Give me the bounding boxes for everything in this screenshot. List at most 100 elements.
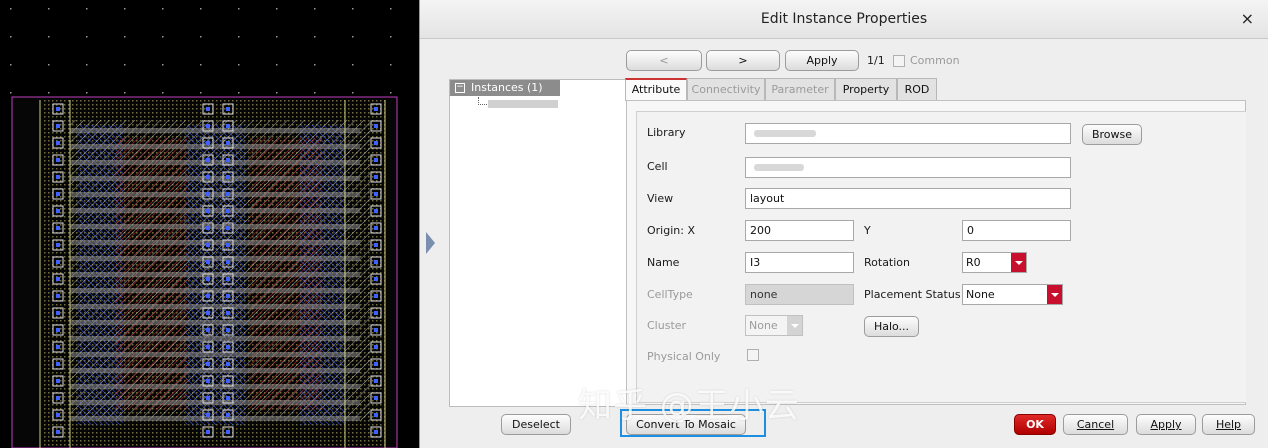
- page-indicator: 1/1: [867, 54, 885, 67]
- rotation-label: Rotation: [864, 256, 911, 269]
- browse-button[interactable]: Browse: [1082, 124, 1142, 145]
- contact-core: [374, 413, 378, 417]
- contact-core: [56, 413, 60, 417]
- contact-core: [374, 107, 378, 111]
- contact-core: [206, 175, 210, 179]
- metal-strip: [70, 320, 360, 325]
- layout-canvas[interactable]: [0, 0, 420, 448]
- placement-status-select[interactable]: None: [962, 284, 1063, 305]
- contact-core: [206, 209, 210, 213]
- tab-rod[interactable]: ROD: [897, 78, 937, 100]
- contact-core: [56, 260, 60, 264]
- contact-core: [226, 311, 230, 315]
- contact-core: [56, 345, 60, 349]
- name-field[interactable]: I3: [745, 252, 854, 273]
- next-button[interactable]: >: [706, 50, 780, 71]
- contact-core: [374, 209, 378, 213]
- contact-core: [374, 192, 378, 196]
- halo-button[interactable]: Halo...: [864, 316, 919, 337]
- dropdown-arrow-icon[interactable]: [1011, 253, 1026, 272]
- metal-strip: [70, 368, 360, 373]
- prev-button[interactable]: <: [626, 50, 702, 71]
- close-icon[interactable]: ×: [1241, 9, 1254, 28]
- redacted-library-value: [754, 130, 816, 137]
- metal-strip: [70, 400, 360, 405]
- collapse-icon[interactable]: −: [455, 83, 465, 93]
- metal-strip: [70, 272, 360, 277]
- contact-core: [206, 396, 210, 400]
- library-label: Library: [647, 126, 686, 139]
- tab-property[interactable]: Property: [835, 78, 897, 100]
- rotation-select[interactable]: R0: [962, 252, 1027, 273]
- metal-strip: [70, 160, 360, 165]
- dropdown-arrow-icon[interactable]: [787, 316, 802, 335]
- help-button[interactable]: Help: [1202, 414, 1255, 435]
- contact-core: [226, 328, 230, 332]
- contact-core: [226, 413, 230, 417]
- placement-status-value: None: [966, 288, 995, 301]
- tab-connectivity[interactable]: Connectivity: [687, 78, 765, 100]
- tree-root-label: Instances (1): [471, 81, 543, 94]
- name-label: Name: [647, 256, 680, 269]
- y-field[interactable]: 0: [962, 220, 1071, 241]
- expand-panel-arrow-icon[interactable]: [426, 232, 435, 254]
- deselect-button[interactable]: Deselect: [501, 414, 571, 435]
- attribute-panel: Library Browse Cell View layout Origin: …: [626, 100, 1246, 405]
- library-field[interactable]: [745, 123, 1071, 144]
- contact-core: [226, 107, 230, 111]
- instance-tree[interactable]: − Instances (1): [449, 79, 627, 407]
- tab-parameter[interactable]: Parameter: [765, 78, 835, 100]
- celltype-field: none: [745, 284, 854, 305]
- contact-core: [226, 209, 230, 213]
- contact-core: [56, 141, 60, 145]
- dropdown-arrow-icon[interactable]: [1047, 285, 1062, 304]
- apply-button[interactable]: Apply: [1136, 414, 1196, 435]
- metal-strip: [70, 192, 360, 197]
- cluster-select[interactable]: None: [745, 315, 803, 336]
- contact-core: [56, 158, 60, 162]
- cell-label: Cell: [647, 160, 668, 173]
- contact-core: [206, 379, 210, 383]
- metal-strip: [70, 304, 360, 309]
- contact-core: [206, 192, 210, 196]
- contact-core: [56, 124, 60, 128]
- contact-core: [206, 141, 210, 145]
- origin-x-field[interactable]: 200: [745, 220, 854, 241]
- tree-root-instances[interactable]: − Instances (1): [450, 80, 560, 96]
- contact-core: [206, 243, 210, 247]
- metal-strip: [70, 240, 360, 245]
- physical-only-label: Physical Only: [647, 350, 721, 363]
- contact-core: [206, 311, 210, 315]
- contact-core: [374, 226, 378, 230]
- tab-attribute[interactable]: Attribute: [625, 78, 687, 101]
- title-bar: Edit Instance Properties ×: [420, 0, 1268, 39]
- contact-core: [374, 345, 378, 349]
- metal-strip: [70, 416, 360, 421]
- cell-field[interactable]: [745, 157, 1071, 178]
- contact-core: [56, 294, 60, 298]
- contact-core: [226, 158, 230, 162]
- contact-core: [226, 277, 230, 281]
- contact-core: [206, 294, 210, 298]
- metal-strip: [70, 208, 360, 213]
- metal-strip: [70, 144, 360, 149]
- y-label: Y: [864, 224, 871, 237]
- view-field[interactable]: layout: [745, 188, 1071, 209]
- ok-button[interactable]: OK: [1014, 414, 1056, 435]
- metal-strip: [70, 256, 360, 261]
- contact-core: [56, 226, 60, 230]
- common-label: Common: [910, 54, 960, 67]
- common-checkbox[interactable]: [893, 55, 905, 67]
- contact-core: [206, 413, 210, 417]
- rotation-value: R0: [966, 256, 981, 269]
- origin-x-label: Origin: X: [647, 224, 695, 237]
- background-grid: [0, 0, 420, 95]
- contact-core: [206, 362, 210, 366]
- contact-core: [206, 260, 210, 264]
- contact-core: [226, 294, 230, 298]
- tree-item-instance[interactable]: [470, 97, 560, 109]
- physical-only-checkbox[interactable]: [747, 349, 759, 361]
- redacted-cell-value: [754, 164, 804, 171]
- cancel-button[interactable]: Cancel: [1063, 414, 1128, 435]
- nav-apply-button[interactable]: Apply: [785, 50, 859, 71]
